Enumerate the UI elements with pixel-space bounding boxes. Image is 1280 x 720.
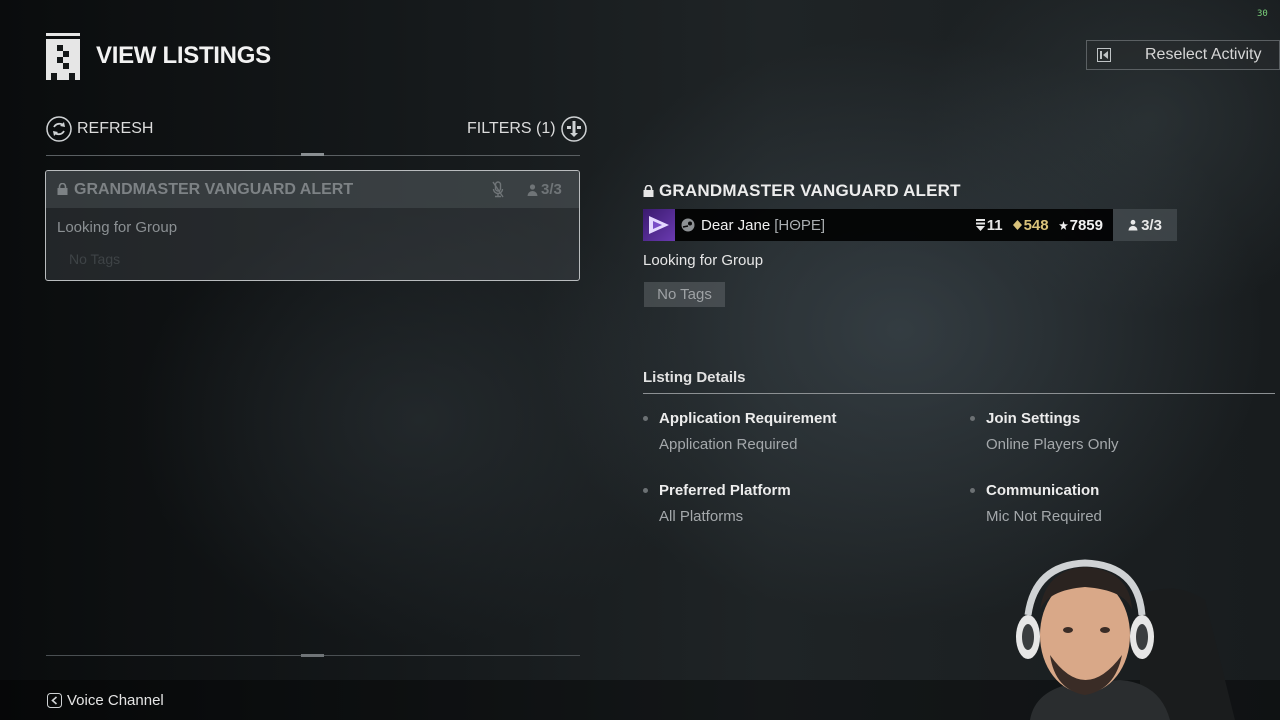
player-stats: 11 548 7859: [966, 217, 1103, 234]
refresh-icon: [46, 116, 72, 142]
light-value: 7859: [1069, 216, 1103, 234]
detail-item-key: Join Settings: [986, 410, 1081, 427]
refresh-label: REFRESH: [77, 120, 154, 137]
detail-item-key: Application Requirement: [659, 410, 837, 427]
reselect-activity-label: Reselect Activity: [1145, 46, 1262, 63]
page-title: VIEW LISTINGS: [96, 42, 271, 69]
back-key-icon: [1097, 48, 1111, 62]
detail-item-key: Preferred Platform: [659, 482, 791, 499]
guardian-rank-stat: 11: [975, 216, 1003, 234]
detail-item-value: Mic Not Required: [986, 508, 1102, 525]
back-key-icon: [47, 693, 62, 708]
detail-title-text: GRANDMASTER VANGUARD ALERT: [659, 181, 961, 200]
bullet-icon: [970, 488, 975, 493]
scroll-indicator-top: [301, 153, 324, 156]
reselect-activity-button[interactable]: Reselect Activity: [1086, 40, 1280, 70]
lock-icon: [643, 185, 654, 197]
lock-icon: [57, 183, 68, 195]
listing-card-description: Looking for Group: [57, 219, 178, 236]
light-stat: 7859: [1058, 216, 1103, 234]
listing-card[interactable]: GRANDMASTER VANGUARD ALERT 3/3 Looking f…: [45, 170, 580, 281]
star-icon: [1058, 220, 1068, 230]
steam-icon: [681, 218, 695, 232]
detail-item-value: All Platforms: [659, 508, 744, 525]
player-row[interactable]: Dear Jane [HΘPE] 11 548 7859: [643, 209, 1113, 241]
refresh-button[interactable]: REFRESH: [46, 116, 153, 142]
player-emblem: [643, 209, 675, 241]
detail-item-key: Communication: [986, 482, 1100, 499]
bullet-icon: [643, 416, 648, 421]
fireteam-count-value: 3/3: [1141, 216, 1162, 234]
player-icon: [527, 183, 538, 196]
detail-tag: No Tags: [644, 282, 725, 307]
bullet-icon: [970, 416, 975, 421]
detail-description: Looking for Group: [643, 252, 764, 269]
voice-channel-label: Voice Channel: [67, 692, 164, 709]
emblem-play-icon: [649, 216, 669, 234]
filter-stick-icon: [560, 116, 587, 142]
listing-card-tags: No Tags: [69, 251, 121, 267]
player-name: Dear Jane: [701, 216, 771, 234]
fireteam-finder-logo-icon: [46, 33, 80, 80]
streamer-webcam: [1016, 559, 1235, 720]
power-diamond-icon: [1012, 220, 1022, 230]
power-stat: 548: [1012, 216, 1049, 234]
voice-channel-button[interactable]: Voice Channel: [47, 692, 164, 709]
power-value: 548: [1023, 216, 1049, 234]
fps-counter: 30: [1257, 9, 1268, 19]
detail-item-value: Online Players Only: [986, 436, 1119, 453]
microphone-off-icon: [492, 181, 504, 198]
listing-card-count-value: 3/3: [541, 181, 562, 198]
scroll-indicator-bottom: [301, 654, 324, 657]
listing-card-count: 3/3: [527, 181, 562, 198]
listing-details-divider: [643, 393, 1275, 394]
filters-label: FILTERS (1): [467, 120, 556, 137]
fireteam-count: 3/3: [1113, 209, 1177, 241]
detail-item-value: Application Required: [659, 436, 798, 453]
filters-button[interactable]: FILTERS (1): [467, 116, 587, 142]
guardian-rank-value: 11: [986, 216, 1003, 234]
bullet-icon: [643, 488, 648, 493]
player-icon: [1128, 219, 1138, 231]
detail-title: GRANDMASTER VANGUARD ALERT: [643, 181, 961, 201]
guardian-rank-icon: [975, 219, 985, 231]
listing-card-title: GRANDMASTER VANGUARD ALERT: [74, 181, 354, 198]
listing-details-title: Listing Details: [643, 369, 746, 386]
clan-tag: [HΘPE]: [774, 216, 826, 234]
